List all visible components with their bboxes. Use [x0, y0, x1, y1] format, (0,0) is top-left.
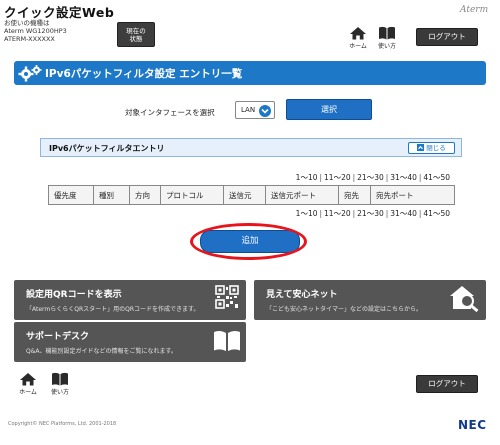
page-link[interactable]: 1〜10 — [296, 172, 318, 183]
home-nav-label: ホーム — [349, 43, 367, 50]
page-link[interactable]: 21〜30 — [357, 172, 384, 183]
device-model: Aterm WG1200HP3 — [4, 27, 67, 35]
entry-section-header: IPv6パケットフィルタエントリ 閉じる — [40, 138, 462, 157]
pager-bottom: 1〜10 | 11〜20 | 21〜30 | 31〜40 | 41〜50 — [296, 208, 450, 219]
house-search-icon — [450, 286, 479, 312]
footer-logout-button[interactable]: ログアウト — [416, 375, 478, 393]
entry-section-title: IPv6パケットフィルタエントリ — [49, 144, 165, 153]
home-icon — [20, 373, 36, 386]
help-nav-label: 使い方 — [377, 43, 396, 50]
home-nav[interactable]: ホーム — [345, 26, 371, 50]
footer-help-nav[interactable]: 使い方 — [46, 372, 74, 396]
interface-select[interactable]: LAN — [235, 101, 275, 119]
pager-top: 1〜10 | 11〜20 | 21〜30 | 31〜40 | 41〜50 — [296, 172, 450, 183]
pager-separator: | — [319, 209, 323, 218]
pager-separator: | — [418, 209, 422, 218]
column-header: 宛先ポート — [370, 185, 455, 205]
device-info: お使いの機種は Aterm WG1200HP3 ATERM-XXXXXX — [4, 19, 67, 43]
gear-icon — [18, 65, 42, 82]
footer-home-label: ホーム — [19, 389, 37, 396]
qr-code-link[interactable]: 設定用QRコードを表示 「AtermらくらくQRスタート」用のQRコードを作成で… — [14, 280, 246, 320]
support-desk-link-desc: Q&A、機能別設定ガイドなどの情報をご覧になれます。 — [26, 348, 177, 355]
highlight-ring — [190, 223, 307, 260]
aterm-logo: Aterm — [460, 5, 489, 15]
page-link[interactable]: 41〜50 — [423, 172, 450, 183]
pager-separator: | — [385, 173, 389, 182]
logout-button[interactable]: ログアウト — [416, 28, 478, 46]
device-id: ATERM-XXXXXX — [4, 35, 55, 43]
book-icon — [214, 330, 240, 351]
table-header-row: 優先度 種別 方向 プロトコル 送信元 送信元ポート 宛先 宛先ポート — [48, 185, 455, 205]
device-label: お使いの機種は — [4, 19, 50, 27]
interface-select-label: 対象インタフェースを選択 — [125, 108, 215, 117]
status-button-line2: 状態 — [129, 35, 143, 43]
column-header: 優先度 — [48, 185, 94, 205]
interface-select-value: LAN — [241, 106, 256, 114]
column-header: 方向 — [129, 185, 161, 205]
help-nav[interactable]: 使い方 — [374, 26, 400, 50]
pager-separator: | — [352, 173, 356, 182]
page-link[interactable]: 31〜40 — [390, 172, 417, 183]
column-header: 種別 — [93, 185, 130, 205]
footer-home-nav[interactable]: ホーム — [14, 372, 42, 396]
close-section-button[interactable]: 閉じる — [408, 142, 455, 154]
column-header: 送信元ポート — [265, 185, 339, 205]
mieteanshin-link[interactable]: 見えて安心ネット 「こども安心ネットタイマー」などの設定はこちらから。 — [254, 280, 486, 320]
header: クイック設定Web お使いの機種は Aterm WG1200HP3 ATERM-… — [0, 0, 500, 58]
page-link[interactable]: 31〜40 — [390, 208, 417, 219]
column-header: プロトコル — [160, 185, 224, 205]
qr-code-icon — [215, 285, 239, 309]
book-icon — [52, 372, 68, 386]
page-link[interactable]: 41〜50 — [423, 208, 450, 219]
page-link[interactable]: 11〜20 — [324, 208, 351, 219]
pager-separator: | — [319, 173, 323, 182]
status-button-line1: 現在の — [126, 27, 146, 35]
page-link[interactable]: 1〜10 — [296, 208, 318, 219]
page-link[interactable]: 11〜20 — [324, 172, 351, 183]
qr-code-link-title: 設定用QRコードを表示 — [26, 290, 122, 300]
chevron-up-icon — [417, 144, 425, 151]
column-header: 宛先 — [338, 185, 371, 205]
pager-separator: | — [385, 209, 389, 218]
copyright: Copyright© NEC Platforms, Ltd. 2001-2018 — [8, 421, 117, 427]
footer-help-label: 使い方 — [50, 389, 69, 396]
chevron-down-icon — [259, 105, 271, 117]
current-status-button[interactable]: 現在の 状態 — [117, 22, 155, 47]
mieteanshin-link-desc: 「こども安心ネットタイマー」などの設定はこちらから。 — [266, 306, 423, 313]
page-title: IPv6パケットフィルタ設定 エントリ一覧 — [45, 68, 243, 80]
page-link[interactable]: 21〜30 — [357, 208, 384, 219]
home-icon — [350, 27, 366, 40]
column-header: 送信元 — [223, 185, 266, 205]
pager-separator: | — [352, 209, 356, 218]
support-desk-link-title: サポートデスク — [26, 332, 90, 342]
book-icon — [379, 26, 395, 40]
qr-code-link-desc: 「AtermらくらくQRスタート」用のQRコードを作成できます。 — [26, 306, 200, 313]
entry-table: 優先度 種別 方向 プロトコル 送信元 送信元ポート 宛先 宛先ポート — [48, 185, 455, 205]
support-desk-link[interactable]: サポートデスク Q&A、機能別設定ガイドなどの情報をご覧になれます。 — [14, 322, 246, 362]
pager-separator: | — [418, 173, 422, 182]
select-button[interactable]: 選択 — [286, 99, 372, 120]
page-title-bar: IPv6パケットフィルタ設定 エントリ一覧 — [14, 61, 486, 85]
nec-logo: NEC — [458, 418, 487, 432]
close-section-label: 閉じる — [426, 144, 446, 152]
mieteanshin-link-title: 見えて安心ネット — [266, 290, 338, 300]
